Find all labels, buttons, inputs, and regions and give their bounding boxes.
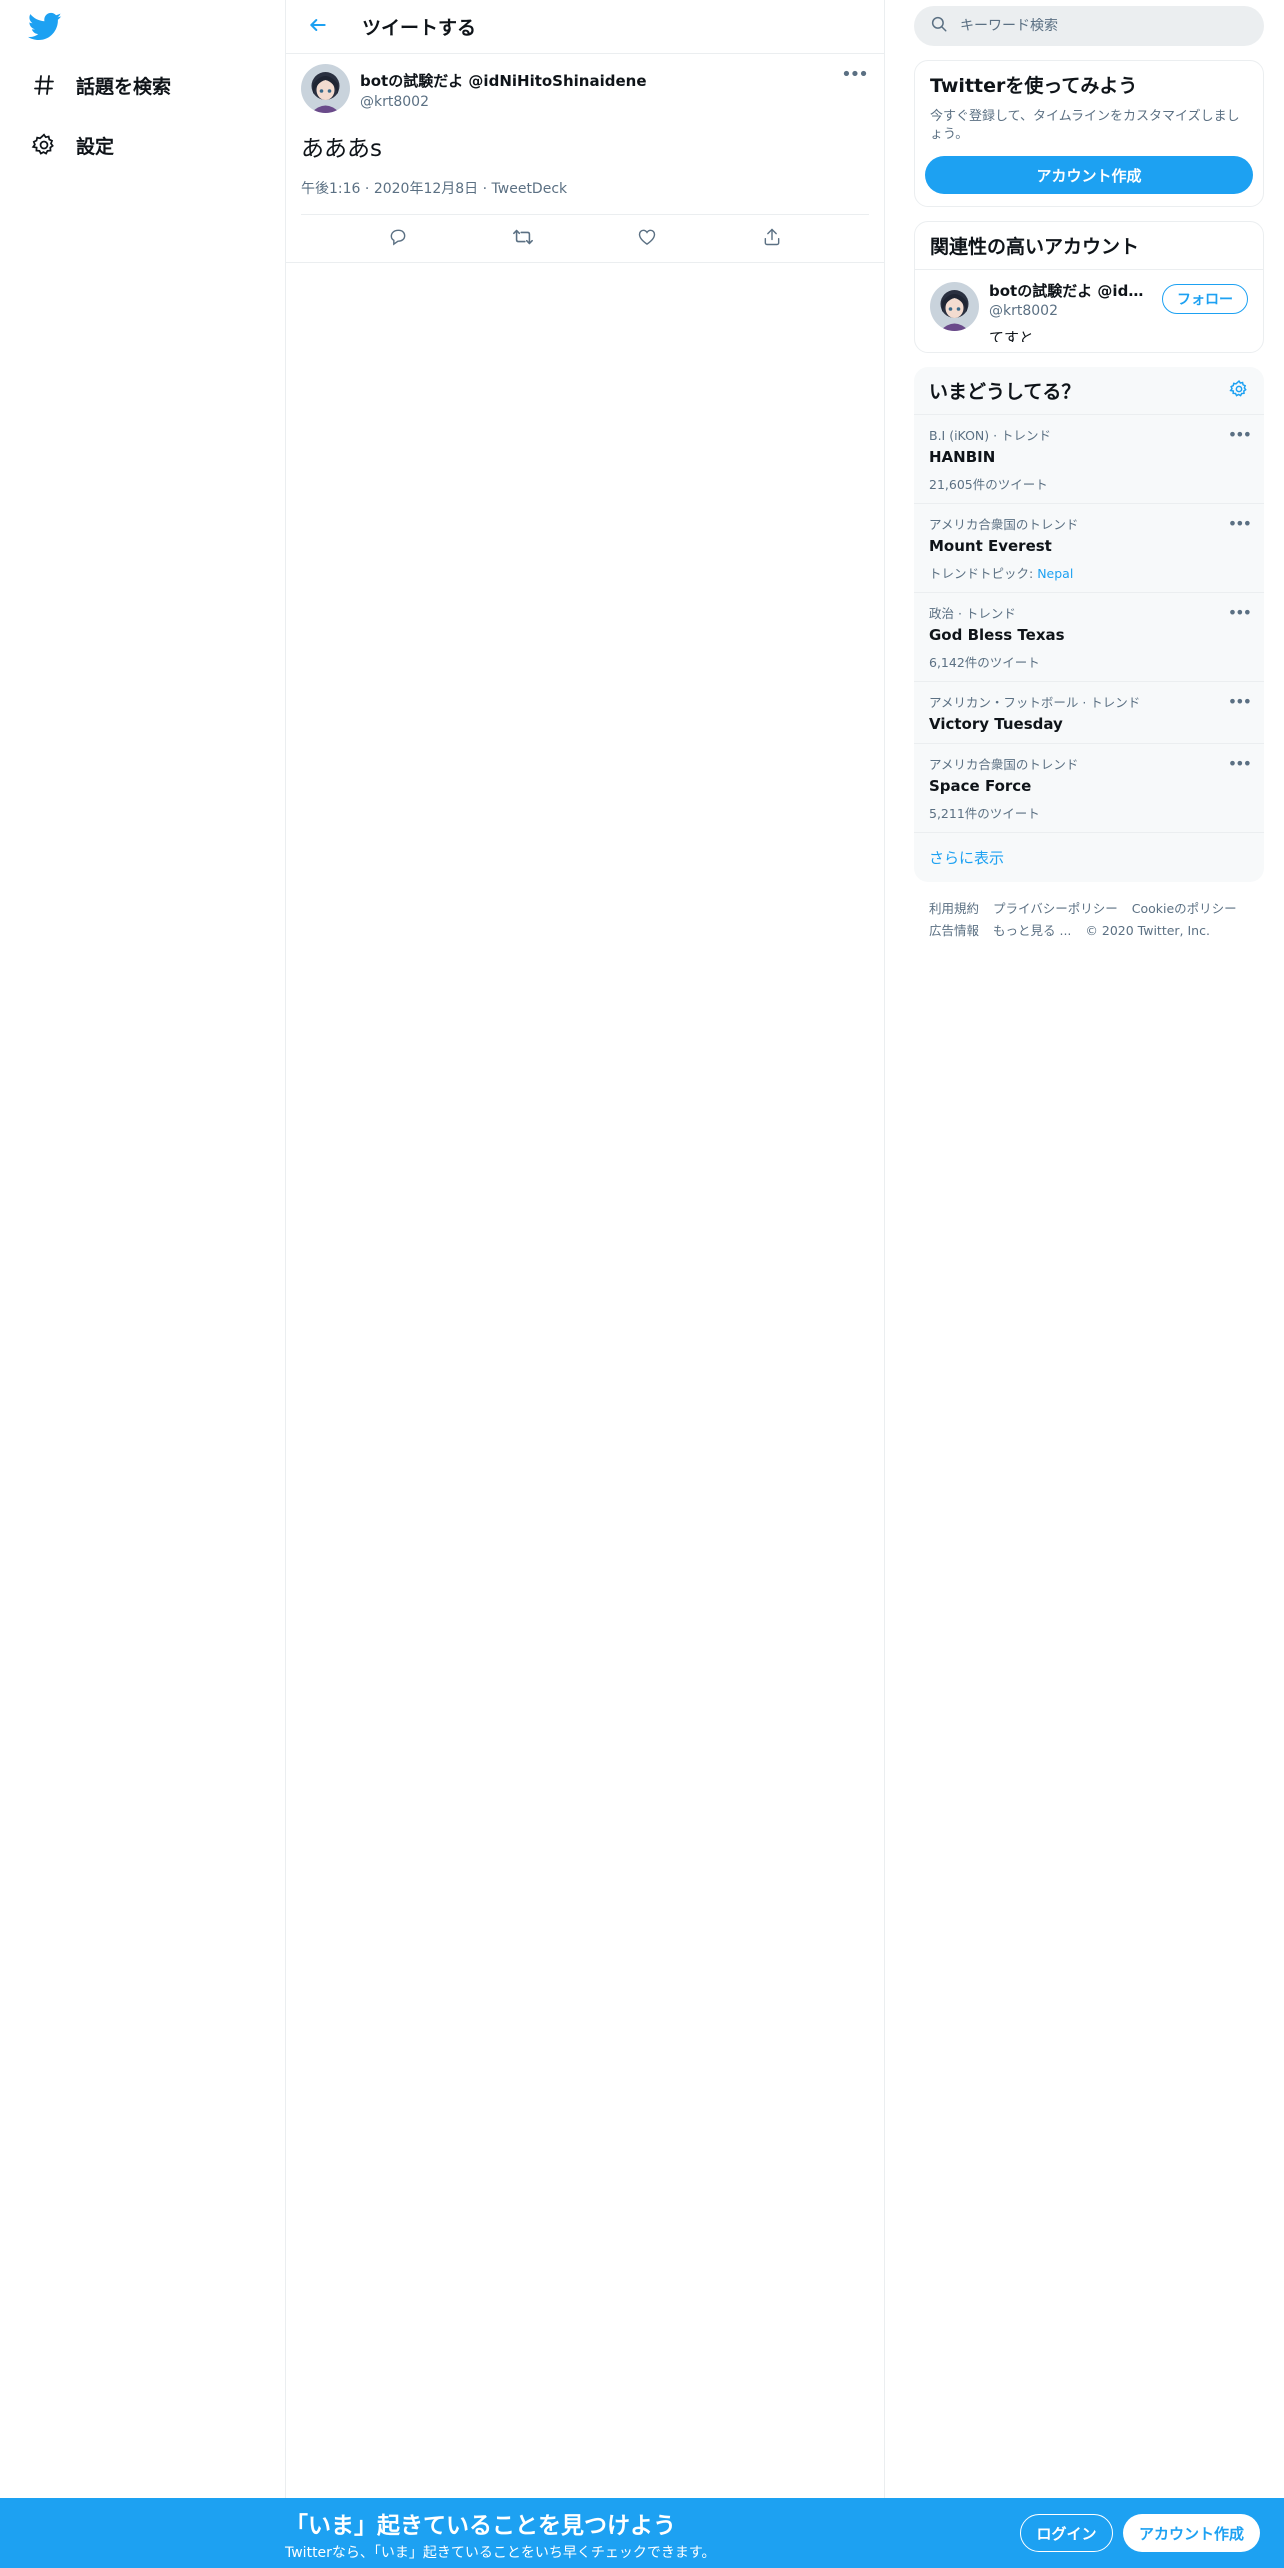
tweet-actions bbox=[286, 215, 884, 263]
login-button[interactable]: ログイン bbox=[1020, 2514, 1113, 2552]
search-icon bbox=[930, 15, 948, 37]
meta-separator: · bbox=[364, 181, 374, 197]
nav-settings[interactable]: 設定 bbox=[30, 125, 114, 165]
trends-card: いまどうしてる？ B.I (iKON) · トレンド HANBIN 21,605… bbox=[914, 367, 1264, 882]
trend-name: HANBIN bbox=[929, 448, 996, 466]
search-input[interactable] bbox=[960, 18, 1240, 34]
nav-settings-label: 設定 bbox=[76, 135, 115, 158]
avatar[interactable] bbox=[930, 282, 979, 331]
main-column: ツイートする botの試験だよ @idNiHitoShinaidene @krt… bbox=[285, 0, 885, 2498]
right-sidebar: Twitterを使ってみよう 今すぐ登録して、タイムラインをカスタマイズしましょ… bbox=[914, 0, 1264, 958]
trend-topic-line: トレンドトピック: Nepal bbox=[929, 563, 1249, 582]
banner-signup-button[interactable]: アカウント作成 bbox=[1123, 2514, 1260, 2552]
related-user-name[interactable]: botの試験だよ @idNi... bbox=[989, 280, 1149, 301]
trend-topic-prefix: トレンドトピック: bbox=[929, 566, 1034, 581]
trend-context: アメリカン・フットボール · トレンド bbox=[929, 695, 1141, 710]
footer-link-cookies[interactable]: Cookieのポリシー bbox=[1132, 901, 1237, 916]
tweet-detail: botの試験だよ @idNiHitoShinaidene @krt8002 ••… bbox=[286, 54, 884, 263]
trend-name: Space Force bbox=[929, 777, 1032, 795]
more-options-icon[interactable]: ••• bbox=[1228, 514, 1252, 533]
related-user-info: botの試験だよ @idNi... @krt8002 てすと bbox=[989, 280, 1149, 342]
trend-name: God Bless Texas bbox=[929, 626, 1065, 644]
trend-item[interactable]: B.I (iKON) · トレンド HANBIN 21,605件のツイート ••… bbox=[914, 415, 1264, 504]
tweet-text: あああs bbox=[301, 136, 382, 162]
gear-icon[interactable] bbox=[1229, 379, 1249, 403]
tweet-header: botの試験だよ @idNiHitoShinaidene @krt8002 bbox=[301, 64, 869, 116]
search-box[interactable] bbox=[914, 6, 1264, 46]
related-accounts-card: 関連性の高いアカウント botの試験だよ @idNi... @krt8002 て… bbox=[914, 221, 1264, 353]
share-button[interactable] bbox=[754, 221, 790, 257]
trends-header: いまどうしてる？ bbox=[914, 367, 1264, 415]
trend-item[interactable]: アメリカ合衆国のトレンド Mount Everest トレンドトピック: Nep… bbox=[914, 504, 1264, 593]
more-options-icon[interactable]: ••• bbox=[1228, 692, 1252, 711]
more-options-icon[interactable]: ••• bbox=[839, 64, 869, 85]
trend-topic-link[interactable]: Nepal bbox=[1037, 566, 1073, 581]
nav-explore-label: 話題を検索 bbox=[76, 75, 172, 98]
footer-link-privacy[interactable]: プライバシーポリシー bbox=[993, 901, 1118, 916]
more-options-icon[interactable]: ••• bbox=[1228, 754, 1252, 773]
banner-subtitle: Twitterなら、「いま」起きていることをいち早くチェックできます。 bbox=[285, 2545, 716, 2561]
trend-item[interactable]: アメリカン・フットボール · トレンド Victory Tuesday ••• bbox=[914, 682, 1264, 744]
author-handle[interactable]: @krt8002 bbox=[360, 94, 647, 110]
share-icon bbox=[762, 227, 782, 251]
twitter-bird-icon[interactable] bbox=[28, 12, 62, 42]
footer-link-terms[interactable]: 利用規約 bbox=[929, 901, 979, 916]
more-options-icon[interactable]: ••• bbox=[1228, 603, 1252, 622]
tweet-date[interactable]: 2020年12月8日 bbox=[374, 181, 478, 197]
more-options-icon[interactable]: ••• bbox=[1228, 425, 1252, 444]
trend-item[interactable]: 政治 · トレンド God Bless Texas 6,142件のツイート ••… bbox=[914, 593, 1264, 682]
related-accounts-title: 関連性の高いアカウント bbox=[915, 222, 1263, 270]
signup-card: Twitterを使ってみよう 今すぐ登録して、タイムラインをカスタマイズしましょ… bbox=[914, 60, 1264, 207]
follow-button[interactable]: フォロー bbox=[1162, 284, 1248, 314]
retweet-button[interactable] bbox=[505, 221, 541, 257]
trend-context: B.I (iKON) · トレンド bbox=[929, 428, 1052, 443]
tweet-time[interactable]: 午後1:16 bbox=[301, 181, 360, 197]
hashtag-icon bbox=[30, 71, 58, 99]
column-header: ツイートする bbox=[286, 0, 884, 54]
related-user[interactable]: botの試験だよ @idNi... @krt8002 てすと フォロー bbox=[915, 270, 1263, 352]
trends-title: いまどうしてる？ bbox=[929, 381, 1081, 403]
trend-count: 6,142件のツイート bbox=[929, 655, 1040, 670]
back-arrow-icon bbox=[308, 15, 328, 39]
signup-banner: 「いま」起きていることを見つけよう Twitterなら、「いま」起きていることを… bbox=[0, 2498, 1284, 2568]
signup-card-title: Twitterを使ってみよう bbox=[930, 75, 1138, 97]
trend-context: 政治 · トレンド bbox=[929, 606, 1016, 621]
tweet-author: botの試験だよ @idNiHitoShinaidene @krt8002 bbox=[360, 70, 647, 110]
copyright: © 2020 Twitter, Inc. bbox=[1085, 923, 1210, 938]
retweet-icon bbox=[512, 226, 534, 252]
reply-button[interactable] bbox=[380, 221, 416, 257]
trend-count: 5,211件のツイート bbox=[929, 806, 1040, 821]
banner-title: 「いま」起きていることを見つけよう bbox=[285, 2513, 676, 2539]
tweet-meta: 午後1:16 · 2020年12月8日 · TweetDeck bbox=[301, 178, 869, 215]
footer: 利用規約 プライバシーポリシー Cookieのポリシー 広告情報 もっと見る .… bbox=[914, 882, 1264, 958]
create-account-button[interactable]: アカウント作成 bbox=[925, 156, 1253, 194]
related-user-bio: てすと bbox=[989, 329, 1035, 342]
trend-item[interactable]: アメリカ合衆国のトレンド Space Force 5,211件のツイート ••• bbox=[914, 744, 1264, 833]
reply-icon bbox=[388, 227, 408, 251]
footer-link-ads[interactable]: 広告情報 bbox=[929, 923, 979, 938]
trend-context: アメリカ合衆国のトレンド bbox=[929, 517, 1079, 532]
like-icon bbox=[637, 227, 657, 251]
trend-name: Mount Everest bbox=[929, 537, 1052, 555]
related-user-handle[interactable]: @krt8002 bbox=[989, 303, 1149, 319]
left-nav: 話題を検索 設定 bbox=[0, 0, 285, 2498]
signup-card-description: 今すぐ登録して、タイムラインをカスタマイズしましょう。 bbox=[930, 109, 1240, 142]
avatar[interactable] bbox=[301, 64, 350, 113]
trend-context: アメリカ合衆国のトレンド bbox=[929, 757, 1079, 772]
page-title: ツイートする bbox=[362, 17, 477, 39]
gear-icon bbox=[30, 131, 58, 159]
nav-explore[interactable]: 話題を検索 bbox=[30, 65, 171, 105]
meta-separator: · bbox=[482, 181, 492, 197]
show-more-link[interactable]: さらに表示 bbox=[914, 833, 1264, 882]
like-button[interactable] bbox=[629, 221, 665, 257]
trend-count: 21,605件のツイート bbox=[929, 477, 1048, 492]
tweet-source[interactable]: TweetDeck bbox=[492, 181, 568, 197]
trend-name: Victory Tuesday bbox=[929, 715, 1063, 733]
footer-link-more[interactable]: もっと見る ... bbox=[993, 923, 1071, 938]
author-name[interactable]: botの試験だよ @idNiHitoShinaidene bbox=[360, 70, 647, 91]
back-button[interactable] bbox=[298, 7, 338, 47]
